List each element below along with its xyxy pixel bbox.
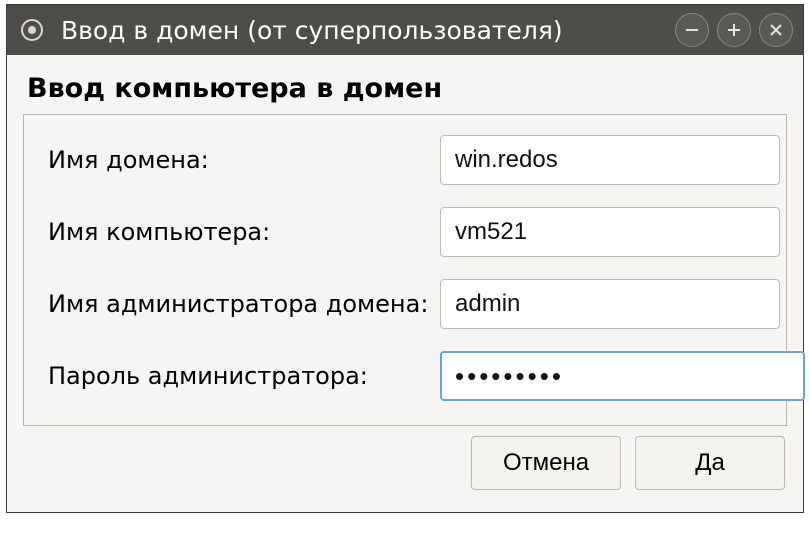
button-bar: Отмена Да (11, 436, 799, 504)
computer-input[interactable] (440, 207, 780, 257)
window-title: Ввод в домен (от суперпользователя) (61, 16, 563, 45)
domain-input[interactable] (440, 135, 780, 185)
dialog-window: Ввод в домен (от суперпользователя) Ввод… (6, 4, 804, 513)
admin-password-input[interactable] (440, 351, 805, 401)
ok-button[interactable]: Да (635, 436, 785, 490)
row-admin-password: Пароль администратора: (48, 351, 766, 401)
admin-name-input[interactable] (440, 279, 780, 329)
domain-label: Имя домена: (48, 146, 440, 174)
minimize-button[interactable] (675, 13, 709, 47)
app-icon (21, 19, 43, 41)
window-controls (675, 13, 793, 47)
admin-password-label: Пароль администратора: (48, 362, 440, 390)
titlebar: Ввод в домен (от суперпользователя) (7, 5, 803, 55)
section-title: Ввод компьютера в домен (11, 69, 799, 114)
row-domain: Имя домена: (48, 135, 766, 185)
form-panel: Имя домена: Имя компьютера: Имя админист… (23, 114, 787, 426)
row-admin-name: Имя администратора домена: (48, 279, 766, 329)
row-computer: Имя компьютера: (48, 207, 766, 257)
admin-name-label: Имя администратора домена: (48, 290, 440, 318)
dialog-content: Ввод компьютера в домен Имя домена: Имя … (7, 55, 803, 512)
cancel-button[interactable]: Отмена (471, 436, 621, 490)
close-button[interactable] (759, 13, 793, 47)
maximize-button[interactable] (717, 13, 751, 47)
computer-label: Имя компьютера: (48, 218, 440, 246)
